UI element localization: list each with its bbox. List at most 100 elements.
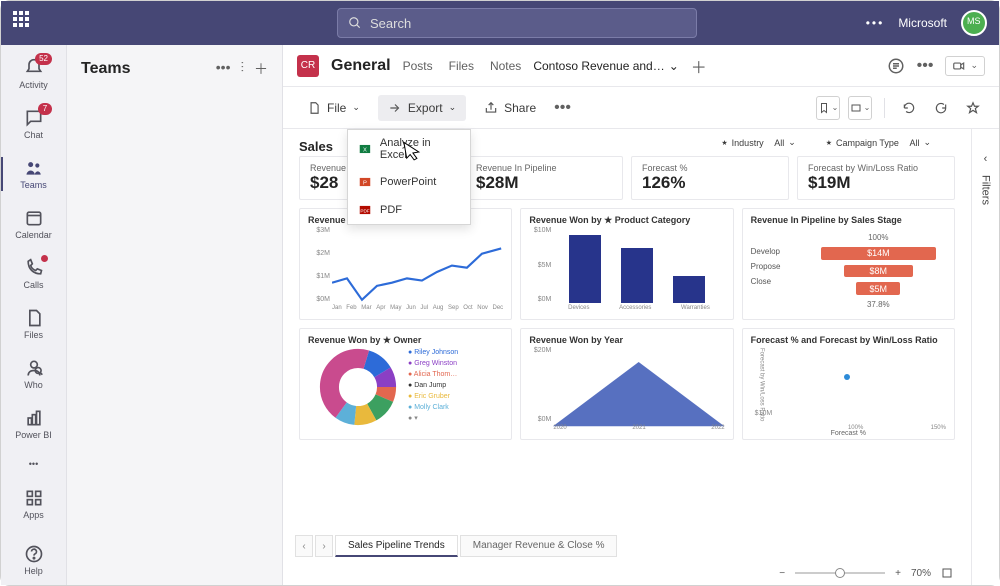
tab-posts[interactable]: Posts [403, 59, 433, 73]
phone-icon [24, 258, 44, 278]
zoom-in-icon[interactable]: + [895, 568, 901, 579]
rail-files[interactable]: Files [1, 299, 66, 349]
rail-calls[interactable]: Calls [1, 249, 66, 299]
rail-powerbi[interactable]: Power BI [1, 399, 66, 449]
share-button[interactable]: Share [474, 95, 546, 121]
zoom-out-icon[interactable]: − [779, 568, 785, 579]
chart-forecast-scatter[interactable]: Forecast % and Forecast by Win/Loss Rati… [742, 328, 955, 440]
team-badge: CR [297, 55, 319, 77]
chart-revenue-by-product[interactable]: Revenue Won by ★ Product Category $10M$5… [520, 208, 733, 320]
refresh-button[interactable] [897, 96, 921, 120]
powerbi-icon [24, 408, 44, 428]
activity-badge: 52 [35, 53, 52, 65]
channel-header: CR General Posts Files Notes Contoso Rev… [283, 45, 999, 87]
zoom-value: 70% [911, 568, 931, 579]
refresh-icon [902, 101, 916, 115]
teams-title: Teams [81, 60, 131, 78]
rail-more[interactable]: ••• [1, 449, 66, 479]
tenant-label: Microsoft [898, 16, 947, 30]
slicer-campaign-type[interactable]: Campaign Type All ⌄ [826, 137, 931, 148]
help-icon [24, 544, 44, 564]
svg-text:PDF: PDF [360, 208, 369, 213]
tab-notes[interactable]: Notes [490, 59, 521, 73]
export-button[interactable]: Export ⌄ [378, 95, 466, 121]
chevron-down-icon: ⌄ [449, 102, 457, 113]
rail-help[interactable]: Help [1, 535, 66, 585]
teams-add-icon[interactable]: ＋ [254, 59, 268, 79]
fit-icon[interactable] [941, 567, 953, 579]
file-icon [307, 101, 321, 115]
rail-teams[interactable]: Teams [1, 149, 66, 199]
page-prev[interactable]: ‹ [295, 535, 313, 557]
video-icon [952, 59, 966, 73]
export-powerpoint[interactable]: P PowerPoint [348, 168, 470, 196]
apps-icon [24, 488, 44, 508]
bookmark-button[interactable]: ⌄ [816, 96, 840, 120]
teams-panel: Teams ••• ⫶ ＋ [67, 45, 283, 585]
rail-calendar[interactable]: Calendar [1, 199, 66, 249]
kpi-forecast-pct[interactable]: Forecast %126% [631, 156, 789, 200]
view-icon [850, 102, 862, 114]
favorite-button[interactable] [961, 96, 985, 120]
avatar[interactable] [961, 10, 987, 36]
rail-chat[interactable]: 7 Chat [1, 99, 66, 149]
svg-text:X: X [363, 147, 367, 153]
channel-name: General [331, 57, 391, 75]
reset-icon [934, 101, 948, 115]
tab-files[interactable]: Files [449, 59, 474, 73]
chat-badge: 7 [38, 103, 52, 115]
page-tabs: ‹ › Sales Pipeline Trends Manager Revenu… [295, 535, 617, 557]
powerpoint-icon: P [358, 175, 372, 189]
teams-more-icon[interactable]: ••• [216, 59, 231, 79]
app-launcher-icon[interactable] [13, 11, 37, 35]
chevron-down-icon: ⌄ [669, 59, 679, 73]
svg-text:P: P [363, 180, 367, 186]
page-tab-other[interactable]: Manager Revenue & Close % [460, 535, 618, 557]
star-icon [966, 101, 980, 115]
reset-button[interactable] [929, 96, 953, 120]
tab-powerbi-report[interactable]: Contoso Revenue and… ⌄ [533, 59, 678, 73]
slicer-industry[interactable]: Industry All ⌄ [721, 137, 795, 148]
kpi-forecast-ratio[interactable]: Forecast by Win/Loss Ratio$19M [797, 156, 955, 200]
view-button[interactable]: ⌄ [848, 96, 872, 120]
page-tab-active[interactable]: Sales Pipeline Trends [335, 535, 458, 557]
channel-tabs: Posts Files Notes [403, 59, 522, 73]
filters-label: Filters [980, 175, 992, 205]
zoom-control[interactable]: − + 70% [779, 567, 953, 579]
ellipsis-icon: ••• [29, 459, 38, 469]
chevron-left-icon[interactable]: ‹ [984, 153, 988, 165]
search-icon [348, 16, 362, 30]
reply-icon[interactable] [887, 57, 905, 75]
rail-activity[interactable]: 52 Activity [1, 49, 66, 99]
kpi-pipeline[interactable]: Revenue In Pipeline$28M [465, 156, 623, 200]
export-pdf[interactable]: PDF PDF [348, 196, 470, 224]
bookmark-icon [818, 102, 830, 114]
rail-apps[interactable]: Apps [1, 479, 66, 529]
page-next[interactable]: › [315, 535, 333, 557]
title-bar: Search ••• Microsoft [1, 1, 999, 45]
who-icon [24, 358, 44, 378]
file-icon [24, 308, 44, 328]
file-button[interactable]: File ⌄ [297, 95, 370, 121]
more-icon[interactable]: ••• [866, 16, 885, 30]
chevron-down-icon: ⌄ [352, 102, 360, 113]
teams-filter-icon[interactable]: ⫶ [241, 59, 245, 79]
chart-revenue-by-year[interactable]: Revenue Won by Year $20M$0M 202020212022 [520, 328, 733, 440]
meet-button[interactable]: ⌄ [945, 56, 985, 76]
share-icon [484, 101, 498, 115]
report-toolbar: File ⌄ Export ⌄ Share ••• ⌄ ⌄ X [283, 87, 999, 129]
filters-pane[interactable]: ‹ Filters [971, 129, 999, 585]
add-tab-icon[interactable]: ＋ [691, 54, 707, 78]
rail-who[interactable]: Who [1, 349, 66, 399]
channel-more-icon[interactable]: ••• [917, 57, 934, 75]
toolbar-more-icon[interactable]: ••• [554, 99, 571, 117]
search-placeholder: Search [370, 16, 411, 31]
main-area: CR General Posts Files Notes Contoso Rev… [283, 45, 999, 585]
app-rail: 52 Activity 7 Chat Teams Calendar Calls … [1, 45, 67, 585]
search-input[interactable]: Search [337, 8, 697, 38]
chart-pipeline-by-stage[interactable]: Revenue In Pipeline by Sales Stage Devel… [742, 208, 955, 320]
chart-revenue-by-owner[interactable]: Revenue Won by ★ Owner [299, 328, 512, 440]
pdf-icon: PDF [358, 203, 372, 217]
calendar-icon [24, 208, 44, 228]
calls-badge [41, 255, 48, 262]
